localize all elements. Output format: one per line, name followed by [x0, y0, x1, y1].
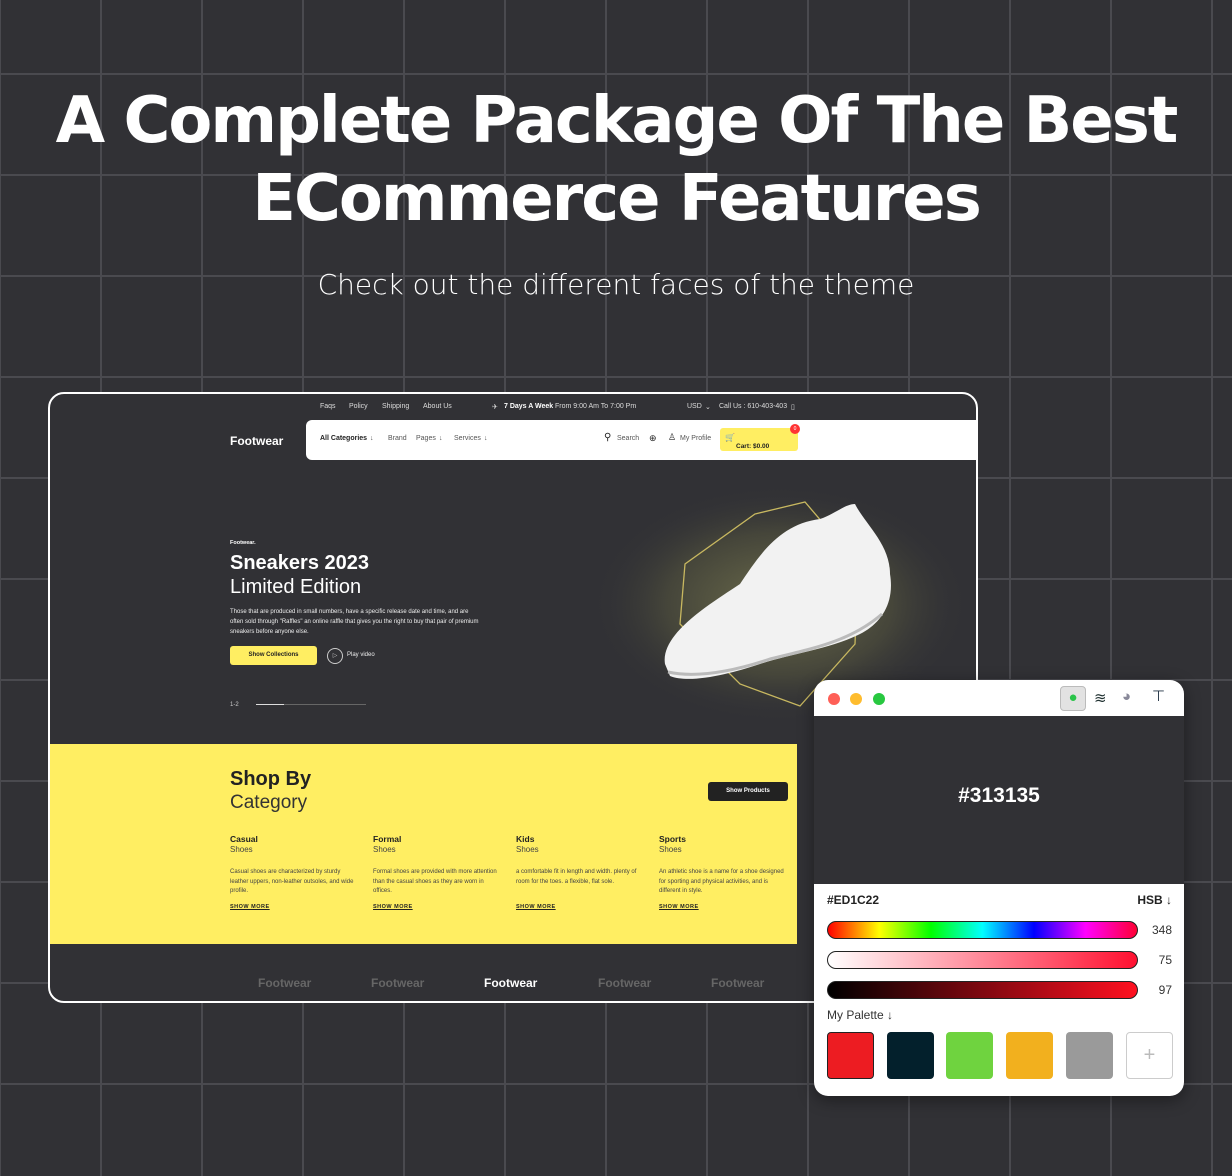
brightness-slider[interactable] [827, 981, 1138, 999]
arrow-down-icon: ↓ [484, 435, 488, 442]
nav-pages[interactable]: Pages [416, 435, 436, 442]
cart-count-badge: 0 [790, 424, 800, 434]
play-video-link[interactable]: Play video [347, 652, 375, 658]
category-title: Formal [373, 834, 402, 844]
nav-services[interactable]: Services [454, 435, 481, 442]
hero-eyebrow: Footwear. [230, 540, 256, 546]
show-more-link[interactable]: SHOW MORE [659, 904, 789, 910]
nav-all-categories[interactable]: All Categories [320, 435, 367, 442]
plane-icon: ✈ [492, 404, 498, 411]
category-kids[interactable]: Kids Shoes a comfortable fit in length and… [516, 834, 646, 910]
cart-button[interactable]: 🛒 Cart: $0.00 [720, 428, 798, 451]
category-title: Sports [659, 834, 686, 844]
category-sub: Shoes [373, 845, 396, 854]
close-window-button[interactable] [828, 693, 840, 705]
category-text: Formal shoes are provided with more atte… [373, 869, 497, 894]
minimize-window-button[interactable] [850, 693, 862, 705]
hours: From 9:00 Am To 7:00 Pm [555, 403, 637, 410]
hero-subtitle: Limited Edition [230, 576, 362, 598]
palette-swatch[interactable] [946, 1032, 993, 1079]
brand-logo: Footwear [371, 976, 425, 990]
show-more-link[interactable]: SHOW MORE [373, 904, 503, 910]
hero-title: Sneakers 2023 [230, 552, 370, 574]
search-link[interactable]: Search [617, 435, 639, 442]
category-sub: Shoes [659, 845, 682, 854]
play-icon[interactable]: ▷ [327, 648, 343, 664]
show-more-link[interactable]: SHOW MORE [230, 904, 360, 910]
category-sub: Shoes [230, 845, 253, 854]
category-sub: Shoes [516, 845, 539, 854]
saturation-value: 75 [1158, 953, 1172, 967]
search-icon[interactable]: ⚲ [604, 432, 611, 443]
mode-label: HSB [1137, 893, 1163, 907]
show-collections-button[interactable]: Show Collections [230, 646, 317, 665]
hue-value: 348 [1151, 923, 1172, 937]
category-title: Casual [230, 834, 258, 844]
category-formal[interactable]: Formal Shoes Formal shoes are provided wit… [373, 834, 503, 910]
user-icon[interactable]: ♙ [668, 432, 676, 443]
nav-brand[interactable]: Brand [388, 435, 407, 442]
arrow-down-icon: ↓ [439, 435, 443, 442]
palette-dropdown[interactable]: My Palette ↓ [827, 1008, 893, 1022]
cart-icon: 🛒 [725, 433, 735, 442]
section-title: Shop By [230, 768, 312, 790]
maximize-window-button[interactable] [873, 693, 885, 705]
brightness-value: 97 [1158, 983, 1172, 997]
link-faqs[interactable]: Faqs [320, 403, 336, 410]
chevron-down-icon: ⌄ [705, 404, 711, 411]
brand-logo: Footwear [258, 976, 312, 990]
currency-select[interactable]: USD [687, 403, 702, 410]
brush-icon[interactable]: ⊤ [1152, 687, 1165, 705]
category-sports[interactable]: Sports Shoes An athletic shoe is a name fo… [659, 834, 789, 910]
profile-link[interactable]: My Profile [680, 435, 711, 442]
color-picker-panel: ● ≋ ◕ ⊤ #313135 #ED1C22 HSB ↓ 348 75 97 … [814, 680, 1184, 1096]
category-text: An athletic shoe is a name for a shoe de… [659, 869, 784, 894]
category-casual[interactable]: Casual Shoes Casual shoes are characterize… [230, 834, 360, 910]
category-text: a comfortable fit in length and width. p… [516, 869, 637, 885]
color-preview: #313135 [814, 716, 1184, 884]
arrow-down-icon: ↓ [370, 435, 374, 442]
call-us: Call Us : 610-403-403 [719, 403, 788, 410]
main-nav: All Categories ↓ Brand Pages ↓ Services … [306, 420, 976, 460]
link-shipping[interactable]: Shipping [382, 403, 409, 410]
droplet-icon[interactable]: ● [1060, 686, 1086, 711]
saturation-slider[interactable] [827, 951, 1138, 969]
show-products-button[interactable]: Show Products [708, 782, 788, 801]
slider-pager: 1-2 [230, 702, 239, 708]
hours-bold: 7 Days A Week [504, 403, 554, 410]
palette-swatch[interactable] [1006, 1032, 1053, 1079]
layers-icon[interactable]: ≋ [1094, 689, 1107, 707]
brand-logo: Footwear [598, 976, 652, 990]
palette-icon[interactable]: ◕ [1122, 688, 1131, 705]
palette-swatch[interactable] [887, 1032, 934, 1079]
palette-swatch[interactable] [827, 1032, 874, 1079]
slider-progress[interactable] [256, 704, 366, 705]
brand-logo: Footwear [484, 976, 538, 990]
subtitle: Check out the different faces of the the… [317, 268, 915, 301]
palette-swatch[interactable] [1066, 1032, 1113, 1079]
brand-logo: Footwear [711, 976, 765, 990]
palette-label: My Palette [827, 1008, 884, 1022]
shop-by-category-section: Shop By Category Show Products Casual Sho… [50, 744, 797, 944]
add-swatch-button[interactable]: + [1126, 1032, 1173, 1079]
hero-text: Those that are produced in small numbers… [230, 609, 479, 635]
category-text: Casual shoes are characterized by sturdy… [230, 869, 354, 894]
mode-select[interactable]: HSB ↓ [1137, 893, 1172, 907]
phone-icon: ▯ [791, 404, 795, 411]
link-policy[interactable]: Policy [349, 403, 368, 410]
link-about[interactable]: About Us [423, 403, 452, 410]
show-more-link[interactable]: SHOW MORE [516, 904, 646, 910]
category-title: Kids [516, 834, 535, 844]
section-subtitle: Category [230, 792, 308, 813]
globe-icon[interactable]: ⊕ [649, 433, 657, 444]
headline: A Complete Package Of The Best ECommerce… [55, 84, 1179, 236]
top-bar: Faqs Policy Shipping About Us ✈ 7 Days A… [50, 394, 976, 420]
current-hex[interactable]: #ED1C22 [827, 893, 879, 907]
hue-slider[interactable] [827, 921, 1138, 939]
logo[interactable]: Footwear [230, 434, 283, 448]
